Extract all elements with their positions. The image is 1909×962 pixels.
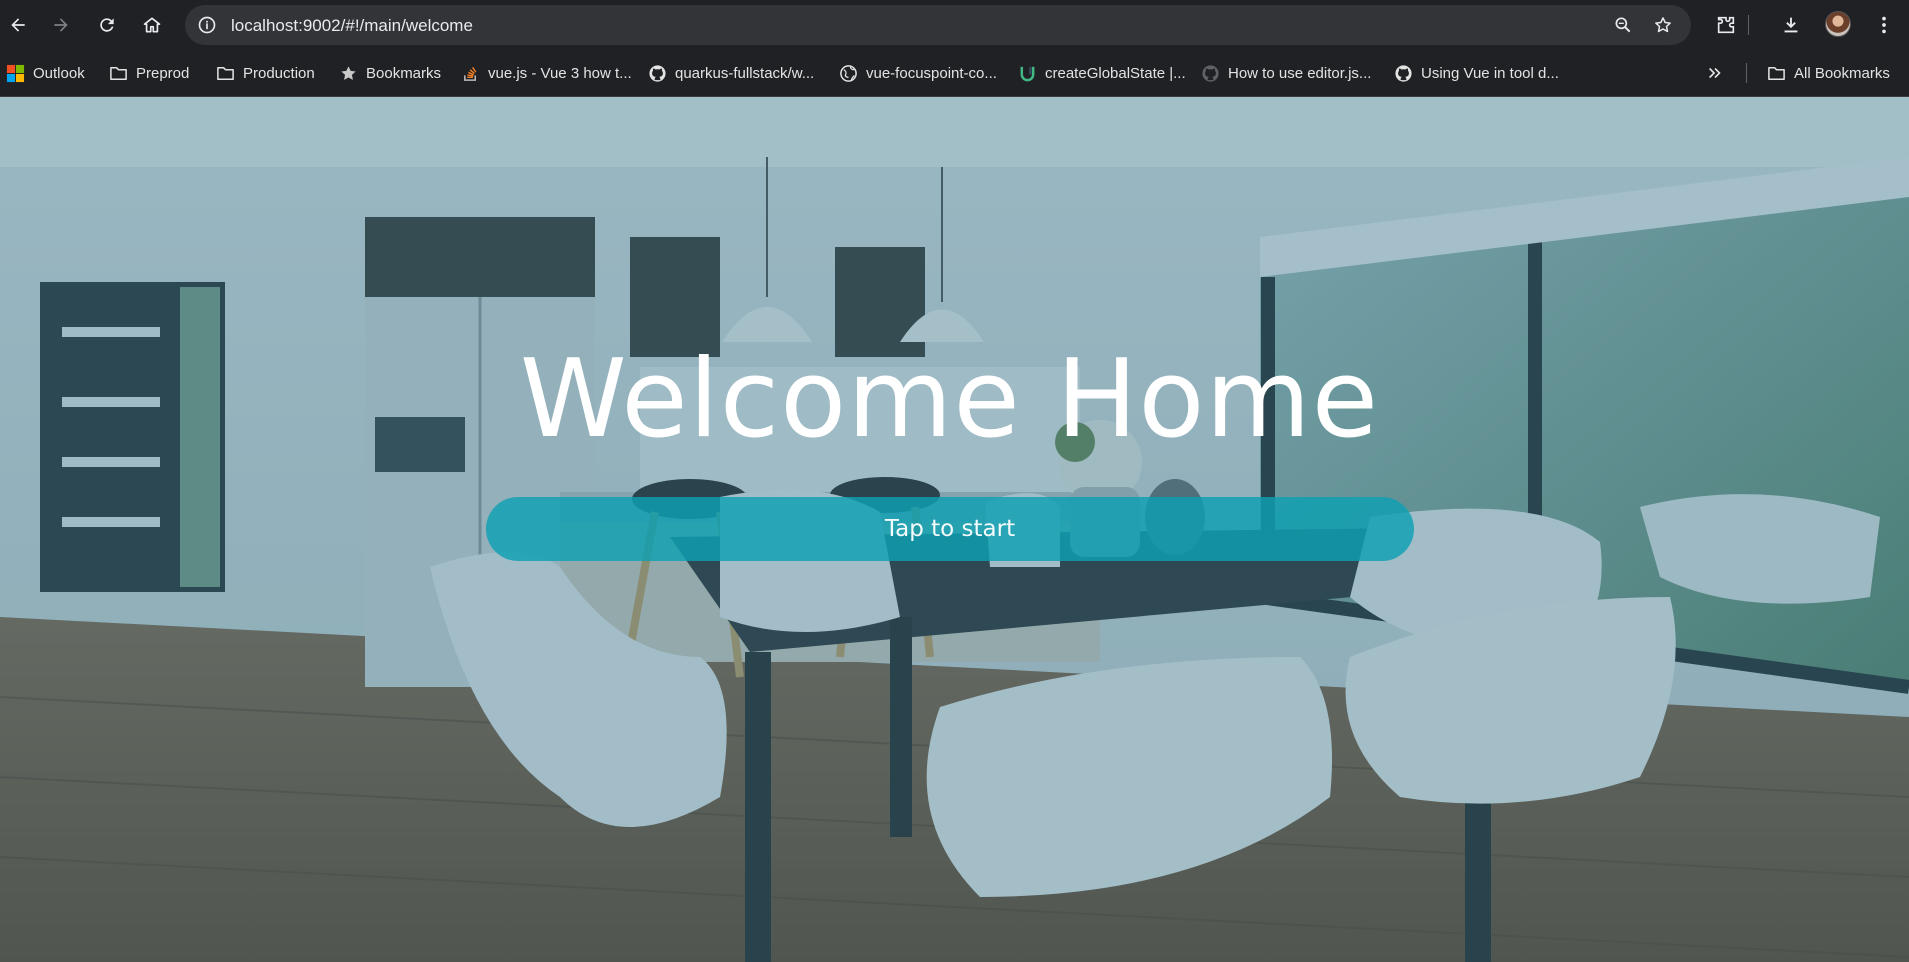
bookmark-label: Using Vue in tool d...	[1421, 64, 1559, 82]
forward-icon[interactable]	[46, 10, 76, 40]
bookmarks-bar: Outlook Preprod Production Bookmarks vue…	[0, 50, 1909, 97]
extensions-icon[interactable]	[1711, 10, 1741, 40]
all-bookmarks-label: All Bookmarks	[1794, 64, 1890, 82]
bookmarks-divider	[1746, 63, 1747, 83]
bookmark-outlook[interactable]: Outlook	[5, 62, 85, 84]
bookmark-label: createGlobalState |...	[1045, 64, 1186, 82]
download-icon[interactable]	[1776, 10, 1806, 40]
bookmark-createglobalstate[interactable]: createGlobalState |...	[1017, 62, 1186, 84]
bookmark-label: Bookmarks	[366, 64, 442, 82]
bookmark-editorjs[interactable]: How to use editor.js...	[1200, 62, 1371, 84]
github-icon	[1200, 63, 1220, 83]
stackoverflow-icon	[460, 63, 480, 83]
github-icon	[1393, 63, 1413, 83]
folder-icon	[215, 63, 235, 83]
welcome-page: Welcome Home Tap to start	[0, 97, 1909, 962]
browser-toolbar: localhost:9002/#!/main/welcome	[0, 0, 1909, 50]
bookmark-vue-howto[interactable]: vue.js - Vue 3 how t...	[460, 62, 632, 84]
bookmark-label: How to use editor.js...	[1228, 64, 1372, 82]
bookmark-bookmarks[interactable]: Bookmarks	[338, 62, 441, 84]
bookmark-label: Production	[243, 64, 315, 82]
zoom-icon[interactable]	[1613, 15, 1633, 35]
github-icon	[647, 63, 667, 83]
folder-icon	[1766, 63, 1786, 83]
vueuse-icon	[1017, 63, 1037, 83]
bookmarks-overflow-icon[interactable]	[1706, 62, 1724, 84]
url-text[interactable]: localhost:9002/#!/main/welcome	[231, 16, 473, 36]
bookmark-label: vue-focuspoint-co...	[866, 64, 997, 82]
bookmark-quarkus[interactable]: quarkus-fullstack/w...	[647, 62, 814, 84]
bookmark-label: Preprod	[136, 64, 190, 82]
globe-icon	[838, 63, 858, 83]
toolbar-divider	[1748, 15, 1749, 35]
bookmark-vue-focuspoint[interactable]: vue-focuspoint-co...	[838, 62, 997, 84]
bookmark-star-icon[interactable]	[1653, 15, 1673, 35]
welcome-title: Welcome Home	[519, 337, 1380, 462]
microsoft-logo-icon	[5, 63, 25, 83]
bookmark-label: quarkus-fullstack/w...	[675, 64, 815, 82]
back-icon[interactable]	[3, 10, 33, 40]
folder-icon	[108, 63, 128, 83]
bookmark-label: vue.js - Vue 3 how t...	[488, 64, 632, 82]
bookmark-preprod[interactable]: Preprod	[108, 62, 189, 84]
star-icon	[338, 63, 358, 83]
bookmark-label: Outlook	[33, 64, 85, 82]
all-bookmarks-button[interactable]: All Bookmarks	[1766, 62, 1890, 84]
home-icon[interactable]	[137, 10, 167, 40]
profile-avatar[interactable]	[1825, 11, 1851, 37]
site-info-icon[interactable]	[197, 15, 217, 35]
address-bar[interactable]: localhost:9002/#!/main/welcome	[185, 5, 1691, 45]
bookmark-vue-tool[interactable]: Using Vue in tool d...	[1393, 62, 1559, 84]
tap-to-start-button[interactable]: Tap to start	[486, 497, 1414, 561]
bookmark-production[interactable]: Production	[215, 62, 315, 84]
reload-icon[interactable]	[92, 10, 122, 40]
browser-menu-icon[interactable]	[1869, 10, 1899, 40]
